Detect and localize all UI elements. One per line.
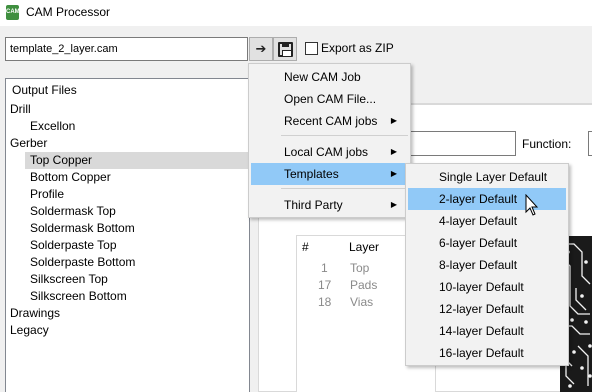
template-10-layer-default[interactable]: 10-layer Default <box>408 276 566 298</box>
menu-item-templates[interactable]: Templates ▶ <box>251 163 408 185</box>
load-job-button[interactable]: ➔ <box>249 37 273 61</box>
menu-item-local-cam-jobs[interactable]: Local CAM jobs ▶ <box>251 141 408 163</box>
menu-item-recent-cam-jobs[interactable]: Recent CAM jobs ▶ <box>251 110 408 132</box>
template-4-layer-default[interactable]: 4-layer Default <box>408 210 566 232</box>
save-button[interactable] <box>273 37 297 61</box>
template-6-layer-default[interactable]: 6-layer Default <box>408 232 566 254</box>
layer-name-header: Layer <box>349 240 380 254</box>
function-select[interactable] <box>588 131 592 156</box>
menu-item-label: Recent CAM jobs <box>284 114 378 128</box>
menu-item-open-cam-file[interactable]: Open CAM File... <box>251 88 408 110</box>
menu-item-new-cam-job[interactable]: New CAM Job <box>251 66 408 88</box>
menu-item-label: New CAM Job <box>284 70 361 84</box>
submenu-arrow-icon: ▶ <box>390 116 397 125</box>
tree-item-top-copper[interactable]: Top Copper <box>25 152 248 169</box>
tree-header: Output Files <box>12 83 77 97</box>
cam-file-input[interactable]: template_2_layer.cam <box>5 37 248 61</box>
menu-item-label: Templates <box>284 167 339 181</box>
layer-number-header: # <box>302 240 309 254</box>
tree-item-legacy[interactable]: Legacy <box>10 322 49 339</box>
tree-item-soldermask-bottom[interactable]: Soldermask Bottom <box>30 220 135 237</box>
submenu-arrow-icon: ▶ <box>390 147 397 156</box>
layer-name[interactable]: Top <box>350 261 369 275</box>
tree-item-drawings[interactable]: Drawings <box>10 305 60 322</box>
template-16-layer-default[interactable]: 16-layer Default <box>408 342 566 364</box>
tree-item-profile[interactable]: Profile <box>30 186 64 203</box>
layer-name[interactable]: Pads <box>350 278 377 292</box>
tree-item-silkscreen-top[interactable]: Silkscreen Top <box>30 271 108 288</box>
template-single-layer-default[interactable]: Single Layer Default <box>408 166 566 188</box>
layer-number: 18 <box>318 295 332 309</box>
tree-item-soldermask-top[interactable]: Soldermask Top <box>30 203 116 220</box>
tree-item-solderpaste-bottom[interactable]: Solderpaste Bottom <box>30 254 135 271</box>
menu-separator <box>281 188 408 189</box>
templates-submenu: Single Layer Default 2-layer Default 4-l… <box>405 163 569 366</box>
function-label: Function: <box>522 137 572 151</box>
window-title: CAM Processor <box>26 5 111 19</box>
menu-item-label: Third Party <box>284 198 343 212</box>
output-files-tree: Output Files Drill Excellon Gerber Top C… <box>5 78 250 392</box>
submenu-arrow-icon: ▶ <box>390 169 397 178</box>
cam-app-icon: CAM <box>6 5 20 20</box>
tree-item-excellon[interactable]: Excellon <box>30 118 75 135</box>
tree-item-bottom-copper[interactable]: Bottom Copper <box>30 169 111 186</box>
template-8-layer-default[interactable]: 8-layer Default <box>408 254 566 276</box>
mouse-cursor-icon <box>525 193 539 218</box>
tree-item-silkscreen-bottom[interactable]: Silkscreen Bottom <box>30 288 127 305</box>
export-zip-checkbox[interactable] <box>305 42 318 55</box>
layer-number: 1 <box>321 261 328 275</box>
layer-number: 17 <box>318 278 332 292</box>
cam-job-menu: New CAM Job Open CAM File... Recent CAM … <box>248 63 411 218</box>
output-name-input[interactable] <box>410 131 516 156</box>
arrow-right-icon: ➔ <box>255 41 267 56</box>
tree-item-gerber[interactable]: Gerber <box>10 135 47 152</box>
template-14-layer-default[interactable]: 14-layer Default <box>408 320 566 342</box>
submenu-arrow-icon: ▶ <box>390 200 397 209</box>
menu-item-label: Local CAM jobs <box>284 145 369 159</box>
template-12-layer-default[interactable]: 12-layer Default <box>408 298 566 320</box>
menu-separator <box>281 135 408 136</box>
layer-name[interactable]: Vias <box>350 295 373 309</box>
save-icon <box>278 42 293 57</box>
template-2-layer-default[interactable]: 2-layer Default <box>408 188 566 210</box>
tree-item-drill[interactable]: Drill <box>10 101 31 118</box>
menu-item-label: Open CAM File... <box>284 92 377 106</box>
export-zip-label[interactable]: Export as ZIP <box>321 41 394 55</box>
menu-item-third-party[interactable]: Third Party ▶ <box>251 194 408 216</box>
tree-item-solderpaste-top[interactable]: Solderpaste Top <box>30 237 117 254</box>
